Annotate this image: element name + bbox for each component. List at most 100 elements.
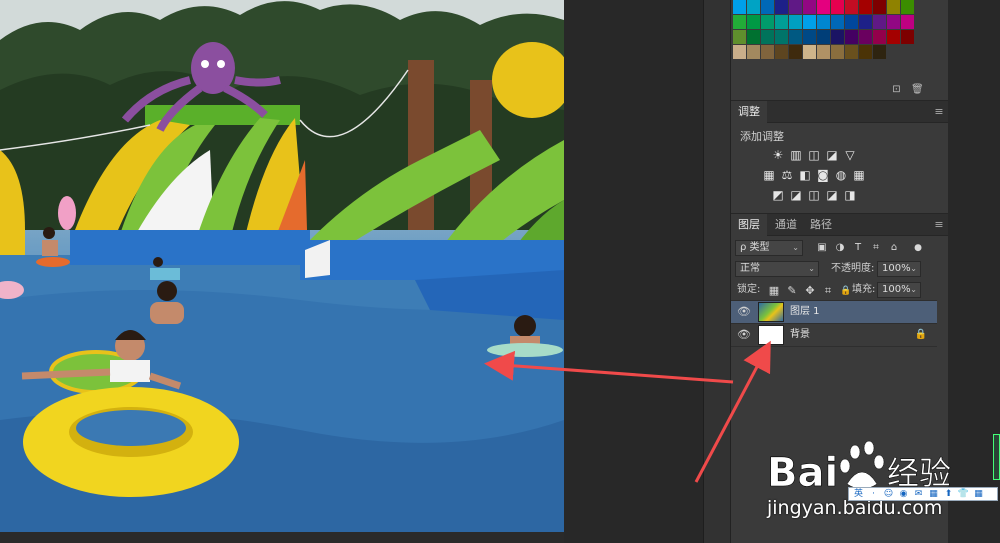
tab-layers[interactable]: 图层 <box>731 214 767 236</box>
adjustment-icon[interactable]: ▥ <box>787 147 805 163</box>
adjustment-icon[interactable]: ◪ <box>823 147 841 163</box>
swatch[interactable] <box>761 45 774 59</box>
swatch[interactable] <box>859 0 872 14</box>
eye-icon[interactable]: 👁 <box>737 328 751 342</box>
tab-channels[interactable]: 通道 <box>768 214 804 236</box>
swatch[interactable] <box>887 15 900 29</box>
swatch[interactable] <box>831 0 844 14</box>
swatch[interactable] <box>817 30 830 44</box>
adjustment-icon[interactable]: ◫ <box>805 147 823 163</box>
tab-adjustments[interactable]: 调整 <box>731 101 767 123</box>
swatch[interactable] <box>803 45 816 59</box>
filter-toggle-icon[interactable]: ● <box>911 241 925 255</box>
lock-all-icon[interactable]: 🔒 <box>839 284 853 298</box>
new-swatch-icon[interactable]: ⊡ <box>891 84 902 95</box>
swatch[interactable] <box>761 15 774 29</box>
swatch[interactable] <box>845 0 858 14</box>
swatch[interactable] <box>901 15 914 29</box>
layer-row-layer1[interactable]: 👁 图层 1 <box>731 301 937 323</box>
swatch[interactable] <box>873 45 886 59</box>
swatch[interactable] <box>831 15 844 29</box>
adjustment-icon[interactable]: ◪ <box>823 187 841 203</box>
swatch[interactable] <box>817 0 830 14</box>
pixel-filter-icon[interactable]: ▣ <box>815 241 829 255</box>
toolbar-icon[interactable]: ▦ <box>927 488 940 500</box>
ime-toolbar[interactable]: 英 · ☺ ◉ ✉ ▦ ⬆ 👕 ▦ <box>848 487 998 501</box>
swatch[interactable] <box>873 0 886 14</box>
swatch[interactable] <box>789 0 802 14</box>
swatch[interactable] <box>901 30 914 44</box>
adjustment-icon[interactable]: ◧ <box>796 167 814 183</box>
swatch[interactable] <box>873 15 886 29</box>
trash-icon[interactable]: 🗑 <box>911 84 924 95</box>
fill-input[interactable]: 100% ⌄ <box>877 282 921 298</box>
swatch[interactable] <box>733 15 746 29</box>
swatch[interactable] <box>775 45 788 59</box>
adjustment-icon[interactable]: ◍ <box>832 167 850 183</box>
opacity-input[interactable]: 100% ⌄ <box>877 261 921 277</box>
type-filter-icon[interactable]: T <box>851 241 865 255</box>
swatch[interactable] <box>747 15 760 29</box>
swatch[interactable] <box>859 15 872 29</box>
toolbar-icon[interactable]: ⬆ <box>942 488 955 500</box>
blend-mode-select[interactable]: 正常 ⌄ <box>735 261 819 277</box>
toolbar-icon[interactable]: 英 <box>852 488 865 500</box>
shape-filter-icon[interactable]: ⌗ <box>869 241 883 255</box>
lock-position-icon[interactable]: ✥ <box>803 284 817 298</box>
eye-icon[interactable]: 👁 <box>737 305 751 319</box>
swatch[interactable] <box>733 30 746 44</box>
toolbar-icon[interactable]: ▦ <box>972 488 985 500</box>
swatch[interactable] <box>831 30 844 44</box>
swatch[interactable] <box>733 0 746 14</box>
lock-artboard-icon[interactable]: ⌗ <box>821 284 835 298</box>
swatch[interactable] <box>845 45 858 59</box>
swatch[interactable] <box>775 0 788 14</box>
panel-menu-icon[interactable]: ≡ <box>933 106 945 117</box>
swatch[interactable] <box>845 15 858 29</box>
swatch[interactable] <box>873 30 886 44</box>
document-canvas[interactable] <box>0 0 564 532</box>
swatch[interactable] <box>789 45 802 59</box>
lock-image-icon[interactable]: ✎ <box>785 284 799 298</box>
toolbar-icon[interactable]: ☺ <box>882 488 895 500</box>
swatch[interactable] <box>775 15 788 29</box>
lock-transparency-icon[interactable]: ▦ <box>767 284 781 298</box>
adjustment-icon[interactable]: ▦ <box>760 167 778 183</box>
adjustment-icon[interactable]: ▦ <box>850 167 868 183</box>
swatch[interactable] <box>859 45 872 59</box>
swatch[interactable] <box>817 45 830 59</box>
swatch[interactable] <box>733 45 746 59</box>
adjustment-icon[interactable]: ◙ <box>814 167 832 183</box>
swatch[interactable] <box>789 15 802 29</box>
swatch[interactable] <box>901 0 914 14</box>
swatch[interactable] <box>747 30 760 44</box>
swatch[interactable] <box>747 0 760 14</box>
swatch[interactable] <box>747 45 760 59</box>
adjustment-icon[interactable]: ⚖ <box>778 167 796 183</box>
toolbar-icon[interactable]: ✉ <box>912 488 925 500</box>
toolbar-icon[interactable]: · <box>867 488 880 500</box>
swatch[interactable] <box>803 30 816 44</box>
smart-object-filter-icon[interactable]: ⌂ <box>887 241 901 255</box>
layer-filter-select[interactable]: ρ 类型 ⌄ <box>735 240 803 256</box>
adjustment-icon[interactable]: ◪ <box>787 187 805 203</box>
layer-row-background[interactable]: 👁 背景 🔒 <box>731 324 937 346</box>
toolbar-icon[interactable]: ◉ <box>897 488 910 500</box>
swatch[interactable] <box>845 30 858 44</box>
adjustment-icon[interactable]: ◨ <box>841 187 859 203</box>
swatch[interactable] <box>761 30 774 44</box>
layers-menu-icon[interactable]: ≡ <box>933 219 945 230</box>
tab-paths[interactable]: 路径 <box>803 214 839 236</box>
adjustment-icon[interactable]: ☀ <box>769 147 787 163</box>
toolbar-icon[interactable]: 👕 <box>957 488 970 500</box>
adjustment-icon[interactable]: ▽ <box>841 147 859 163</box>
swatch[interactable] <box>789 30 802 44</box>
swatch[interactable] <box>803 15 816 29</box>
swatch[interactable] <box>803 0 816 14</box>
swatch[interactable] <box>761 0 774 14</box>
swatch[interactable] <box>817 15 830 29</box>
adjustment-filter-icon[interactable]: ◑ <box>833 241 847 255</box>
swatch[interactable] <box>859 30 872 44</box>
swatch[interactable] <box>775 30 788 44</box>
adjustment-icon[interactable]: ◫ <box>805 187 823 203</box>
